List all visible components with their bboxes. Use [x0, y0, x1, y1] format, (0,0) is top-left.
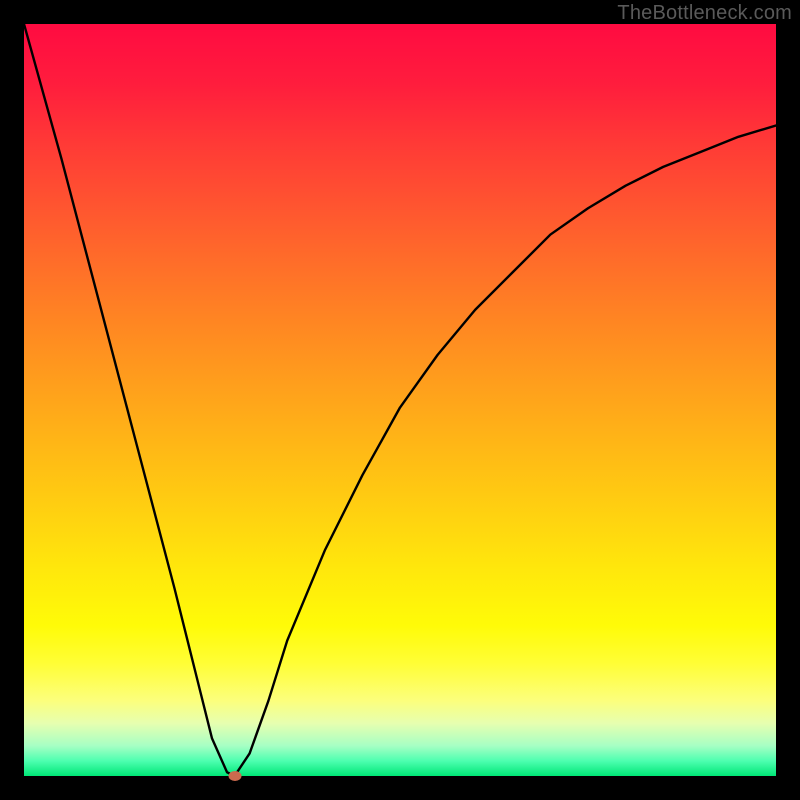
bottleneck-curve: [24, 24, 776, 776]
curve-svg: [24, 24, 776, 776]
watermark-text: TheBottleneck.com: [617, 2, 792, 25]
chart-frame: TheBottleneck.com: [0, 0, 800, 800]
minimum-marker: [228, 771, 241, 781]
plot-area: [24, 24, 776, 776]
